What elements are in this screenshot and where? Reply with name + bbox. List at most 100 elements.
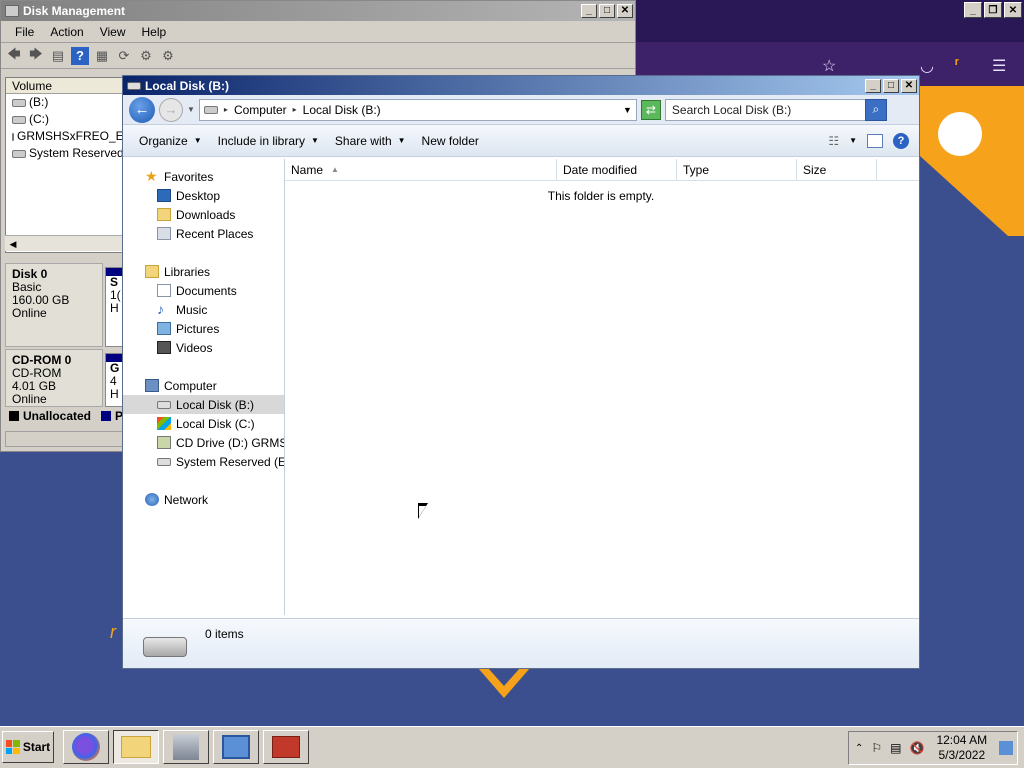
- chevron-right-icon[interactable]: ▸: [293, 105, 297, 114]
- minimize-button[interactable]: _: [581, 4, 597, 18]
- taskbar-server-manager[interactable]: [163, 730, 209, 764]
- restore-icon[interactable]: ❐: [984, 2, 1002, 18]
- network-status-icon[interactable]: ▤: [890, 741, 901, 755]
- chevron-down-icon: ▼: [193, 136, 202, 145]
- help-icon[interactable]: ?: [71, 46, 89, 65]
- menu-action[interactable]: Action: [42, 25, 91, 39]
- show-desktop-button[interactable]: [999, 741, 1013, 755]
- file-list[interactable]: Name ▲ Date modified Type Size This folde…: [285, 159, 919, 615]
- show-hide-tree-icon[interactable]: ▤: [49, 47, 67, 65]
- new-folder-button[interactable]: New folder: [414, 134, 487, 148]
- title-bar[interactable]: Local Disk (B:) _ □ ✕: [123, 76, 919, 95]
- github-corner-banner[interactable]: [920, 86, 1024, 236]
- network-icon: [145, 493, 159, 506]
- volume-row[interactable]: GRMSHSxFREO_EN...: [6, 128, 124, 145]
- column-type[interactable]: Type: [677, 159, 797, 181]
- settings-icon[interactable]: ⚙: [159, 47, 177, 65]
- nav-favorites[interactable]: ★ Favorites: [123, 167, 284, 186]
- clock[interactable]: 12:04 AM 5/3/2022: [936, 733, 987, 763]
- menu-icon[interactable]: ☰: [992, 56, 1006, 76]
- toolbar: 🡄 🡆 ▤ ? ▦ ⟳ ⚙ ⚙: [1, 43, 635, 69]
- menu-file[interactable]: File: [7, 25, 42, 39]
- chevron-right-icon[interactable]: ▸: [224, 105, 228, 114]
- taskbar-explorer[interactable]: [113, 730, 159, 764]
- taskbar-firefox[interactable]: [63, 730, 109, 764]
- horizontal-scrollbar[interactable]: ◀: [5, 235, 125, 251]
- recent-pages-dropdown[interactable]: ▼: [187, 105, 195, 114]
- nav-pictures[interactable]: Pictures: [123, 319, 284, 338]
- nav-local-disk-c[interactable]: Local Disk (C:): [123, 414, 284, 433]
- menu-bar: File Action View Help: [1, 21, 635, 43]
- breadcrumb-local-disk[interactable]: Local Disk (B:): [303, 103, 381, 117]
- show-hidden-icons[interactable]: ⌃: [855, 743, 863, 754]
- menu-help[interactable]: Help: [134, 25, 175, 39]
- include-in-library-button[interactable]: Include in library ▼: [210, 134, 327, 148]
- maximize-button[interactable]: □: [883, 78, 899, 93]
- bookmark-star-icon[interactable]: ☆: [822, 56, 836, 76]
- unallocated-swatch: [9, 411, 19, 421]
- minimize-button[interactable]: _: [865, 78, 881, 93]
- close-button[interactable]: ✕: [617, 4, 633, 18]
- chevron-down-icon: ▼: [311, 136, 319, 145]
- volume-row[interactable]: System Reserved: [6, 145, 124, 162]
- nav-desktop[interactable]: Desktop: [123, 186, 284, 205]
- title-bar[interactable]: Disk Management _ □ ✕: [1, 1, 635, 21]
- preview-pane-icon[interactable]: [867, 133, 883, 148]
- organize-button[interactable]: Organize ▼: [131, 134, 210, 148]
- volume-row[interactable]: (B:): [6, 94, 124, 111]
- forward-button[interactable]: →: [159, 97, 183, 122]
- disk-0-info[interactable]: Disk 0 Basic 160.00 GB Online: [5, 263, 103, 347]
- chevron-down-icon[interactable]: ▼: [849, 136, 857, 145]
- forward-icon[interactable]: 🡆: [27, 46, 45, 65]
- maximize-button[interactable]: □: [599, 4, 615, 18]
- extension-icon[interactable]: ʳ: [955, 56, 959, 74]
- empty-folder-message: This folder is empty.: [547, 189, 655, 203]
- music-icon: ♪: [157, 301, 164, 317]
- breadcrumb-computer[interactable]: Computer: [234, 103, 287, 117]
- action-center-flag-icon[interactable]: ⚐: [871, 741, 882, 755]
- taskbar-toolbox[interactable]: [263, 730, 309, 764]
- share-with-button[interactable]: Share with ▼: [327, 134, 414, 148]
- navigation-pane[interactable]: ★ Favorites Desktop Downloads Recent Plac…: [123, 159, 285, 615]
- nav-documents[interactable]: Documents: [123, 281, 284, 300]
- taskbar-disk-management[interactable]: [213, 730, 259, 764]
- search-icon[interactable]: ⌕: [864, 98, 887, 121]
- volume-column-header[interactable]: Volume: [6, 78, 124, 94]
- volume-list[interactable]: Volume (B:) (C:) GRMSHSxFREO_EN... Syste…: [5, 77, 125, 253]
- nav-downloads[interactable]: Downloads: [123, 205, 284, 224]
- column-name[interactable]: Name ▲: [285, 159, 557, 181]
- nav-recent-places[interactable]: Recent Places: [123, 224, 284, 243]
- nav-music[interactable]: ♪ Music: [123, 300, 284, 319]
- back-icon[interactable]: 🡄: [5, 46, 23, 65]
- refresh-icon[interactable]: ⟳: [115, 47, 133, 65]
- column-date-modified[interactable]: Date modified: [557, 159, 677, 181]
- minimize-icon[interactable]: _: [964, 2, 982, 18]
- rescan-icon[interactable]: ⚙: [137, 47, 155, 65]
- nav-videos[interactable]: Videos: [123, 338, 284, 357]
- menu-view[interactable]: View: [92, 25, 134, 39]
- nav-libraries[interactable]: Libraries: [123, 262, 284, 281]
- view-options-icon[interactable]: ☷: [828, 134, 839, 148]
- close-icon[interactable]: ✕: [1004, 2, 1022, 18]
- explorer-window[interactable]: Local Disk (B:) _ □ ✕ ← → ▼ ▸ Computer ▸…: [122, 75, 920, 669]
- help-icon[interactable]: ?: [893, 132, 909, 149]
- scroll-left-icon[interactable]: ◀: [5, 236, 21, 252]
- nav-network[interactable]: Network: [123, 490, 284, 509]
- column-size[interactable]: Size: [797, 159, 877, 181]
- refresh-button[interactable]: ⇄: [640, 99, 661, 120]
- volume-muted-icon[interactable]: 🔇: [910, 741, 925, 755]
- properties-icon[interactable]: ▦: [93, 47, 111, 65]
- start-button[interactable]: Start: [2, 731, 54, 763]
- pocket-icon[interactable]: ◡: [920, 56, 934, 76]
- cdrom-0-info[interactable]: CD-ROM 0 CD-ROM 4.01 GB Online: [5, 349, 103, 407]
- chevron-down-icon[interactable]: ▼: [623, 105, 632, 115]
- nav-system-reserved[interactable]: System Reserved (E:): [123, 452, 284, 471]
- nav-local-disk-b[interactable]: Local Disk (B:): [123, 395, 284, 414]
- nav-cd-drive[interactable]: CD Drive (D:) GRMSHS: [123, 433, 284, 452]
- search-input[interactable]: Search Local Disk (B:) ⌕: [664, 98, 887, 121]
- back-button[interactable]: ←: [129, 96, 155, 123]
- close-button[interactable]: ✕: [901, 78, 917, 93]
- address-bar[interactable]: ▸ Computer ▸ Local Disk (B:) ▼: [198, 98, 637, 121]
- nav-computer[interactable]: Computer: [123, 376, 284, 395]
- volume-row[interactable]: (C:): [6, 111, 124, 128]
